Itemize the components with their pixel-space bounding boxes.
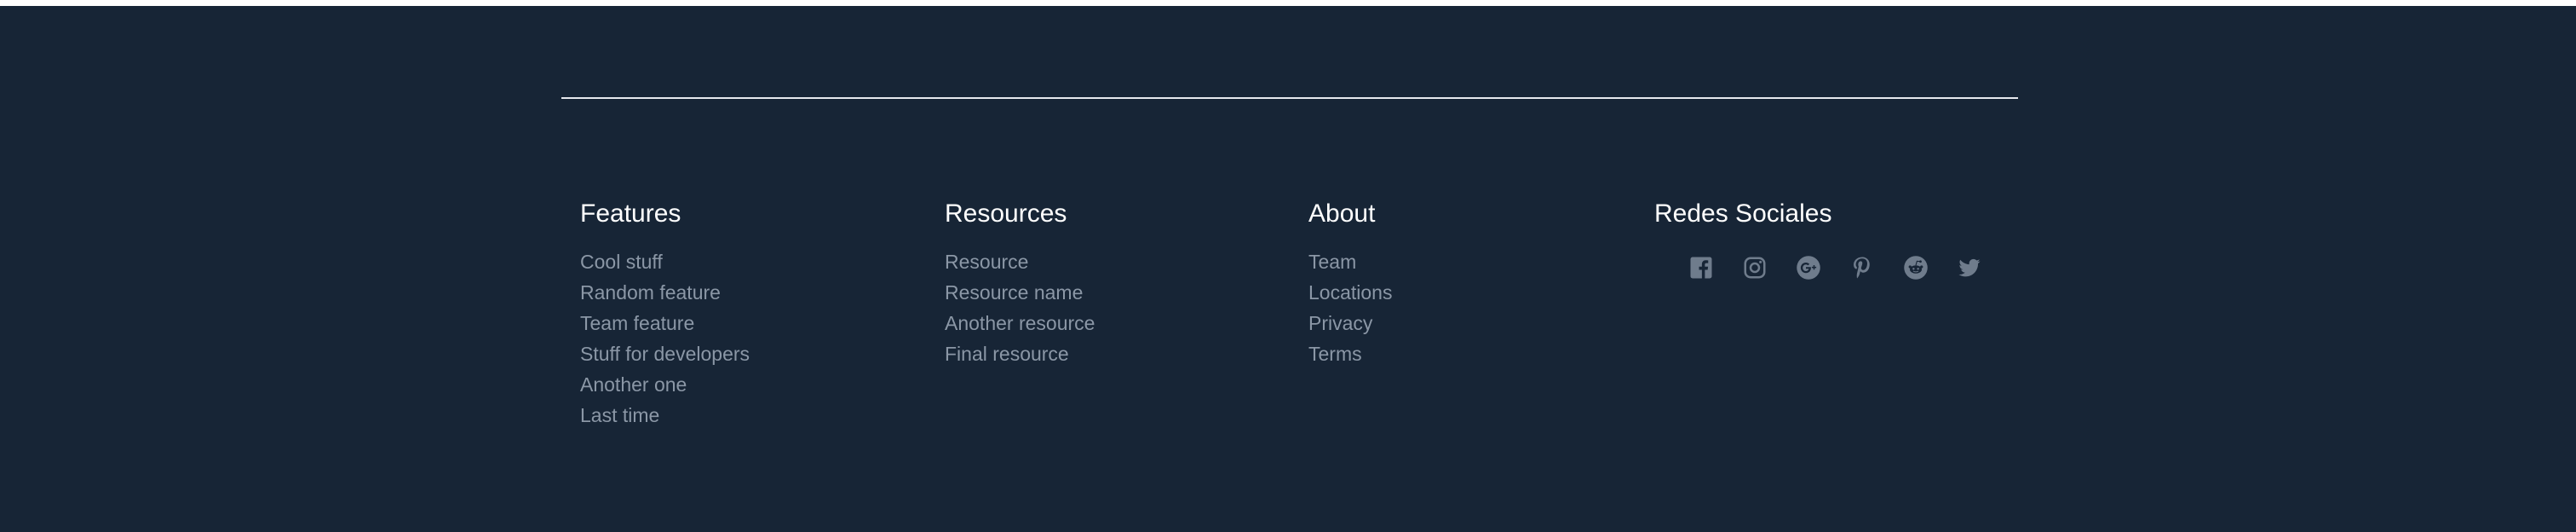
social-heading: Redes Sociales (1654, 200, 1832, 228)
reddit-icon[interactable] (1901, 253, 1930, 282)
list-item: Stuff for developers (580, 338, 750, 369)
facebook-icon[interactable] (1687, 253, 1716, 282)
resources-link-resource[interactable]: Resource (945, 251, 1028, 273)
list-item: Last time (580, 400, 750, 431)
pinterest-icon[interactable] (1848, 253, 1877, 282)
resources-link-resource-name[interactable]: Resource name (945, 281, 1083, 304)
twitter-icon[interactable] (1955, 253, 1984, 282)
list-item: Another one (580, 369, 750, 400)
features-link-team-feature[interactable]: Team feature (580, 312, 694, 334)
features-link-another-one[interactable]: Another one (580, 373, 687, 396)
features-list: Cool stuff Random feature Team feature S… (580, 246, 750, 431)
list-item: Final resource (945, 338, 1095, 369)
list-item: Random feature (580, 277, 750, 308)
list-item: Resource name (945, 277, 1095, 308)
social-icons-row (1687, 253, 2009, 282)
resources-link-final-resource[interactable]: Final resource (945, 343, 1069, 365)
resources-link-another-resource[interactable]: Another resource (945, 312, 1095, 334)
list-item: Another resource (945, 308, 1095, 338)
features-heading: Features (580, 200, 681, 228)
list-item: Resource (945, 246, 1095, 277)
about-link-locations[interactable]: Locations (1308, 281, 1392, 304)
social-column: Redes Sociales (1654, 197, 1831, 246)
resources-column: Resources Resource Resource name Another… (945, 197, 1095, 369)
features-link-cool-stuff[interactable]: Cool stuff (580, 251, 663, 273)
about-column: About Team Locations Privacy Terms (1308, 197, 1392, 369)
features-link-random-feature[interactable]: Random feature (580, 281, 721, 304)
list-item: Privacy (1308, 308, 1392, 338)
list-item: Locations (1308, 277, 1392, 308)
features-link-last-time[interactable]: Last time (580, 404, 659, 426)
about-heading: About (1308, 200, 1376, 228)
google-plus-icon[interactable] (1794, 253, 1823, 282)
site-footer: Features Cool stuff Random feature Team … (0, 6, 2576, 532)
resources-heading: Resources (945, 200, 1067, 228)
resources-list: Resource Resource name Another resource … (945, 246, 1095, 369)
list-item: Terms (1308, 338, 1392, 369)
about-list: Team Locations Privacy Terms (1308, 246, 1392, 369)
about-link-team[interactable]: Team (1308, 251, 1356, 273)
list-item: Team (1308, 246, 1392, 277)
about-link-privacy[interactable]: Privacy (1308, 312, 1372, 334)
about-link-terms[interactable]: Terms (1308, 343, 1362, 365)
instagram-icon[interactable] (1740, 253, 1769, 282)
list-item: Cool stuff (580, 246, 750, 277)
list-item: Team feature (580, 308, 750, 338)
features-link-stuff-for-developers[interactable]: Stuff for developers (580, 343, 750, 365)
footer-divider (561, 97, 2018, 99)
features-column: Features Cool stuff Random feature Team … (580, 197, 750, 431)
